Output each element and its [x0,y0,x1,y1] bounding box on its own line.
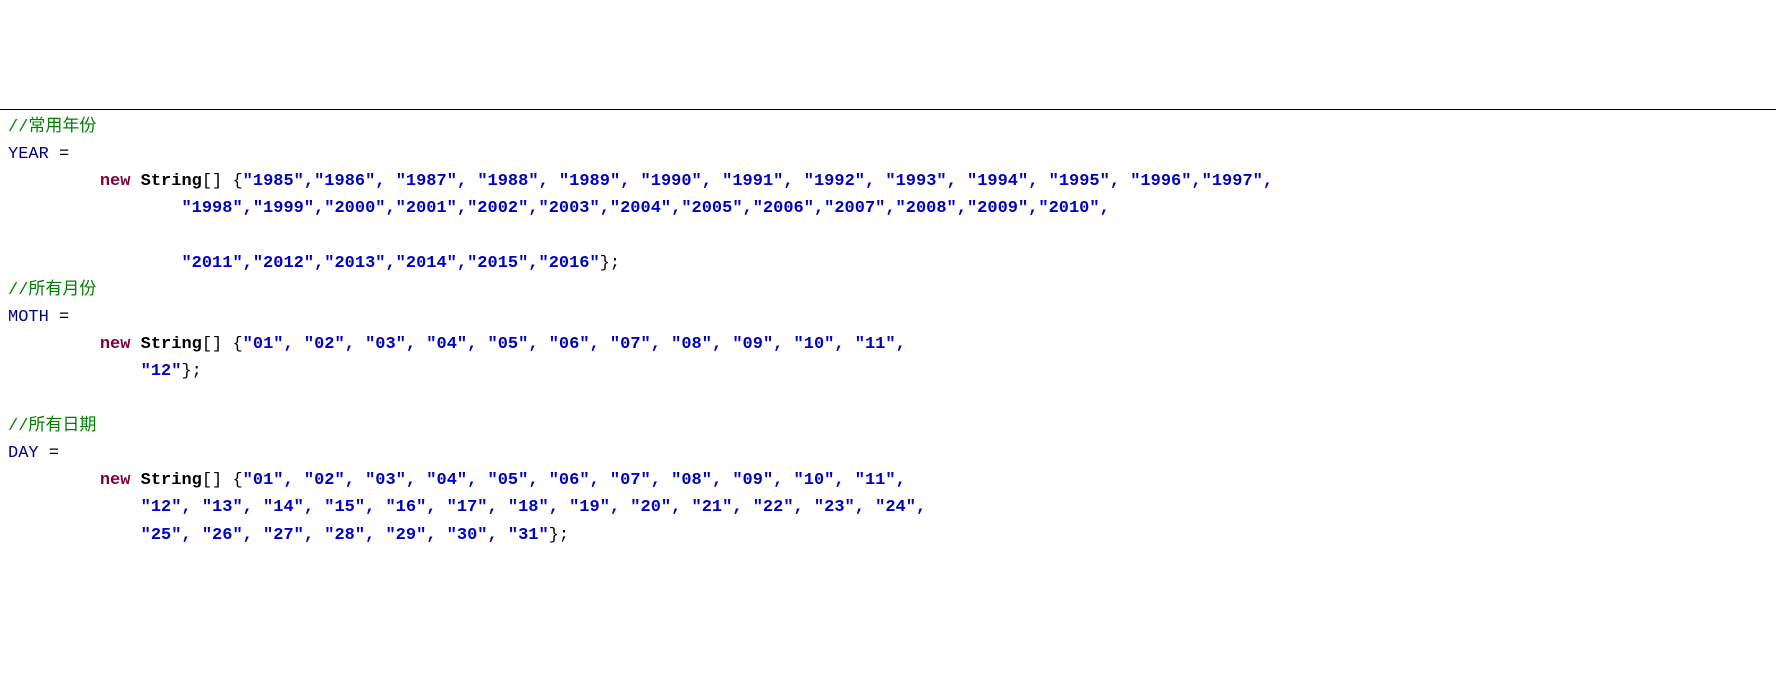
var-day: DAY [8,444,39,463]
day-vals-3: "25", "26", "27", "28", "29", "30", "31" [141,526,549,545]
equals-year: = [49,145,69,164]
comment-day: //所有日期 [8,417,96,436]
close-month: }; [181,362,201,381]
day-vals-1: "01", "02", "03", "04", "05", "06", "07"… [243,471,906,490]
comment-month: //所有月份 [8,281,96,300]
code-block: //常用年份 YEAR = new String[] {"1985","1986… [0,109,1776,553]
year-vals-1a: "1985" [243,172,304,191]
type-string-day: String [130,471,201,490]
year-vals-1b: ,"1986", "1987", "1988", "1989", "1990",… [304,172,1273,191]
open-year: [] { [202,172,243,191]
month-vals-1: "01", "02", "03", "04", "05", "06", "07"… [243,335,906,354]
kw-new-month: new [100,335,131,354]
var-month: MOTH [8,308,49,327]
var-year: YEAR [8,145,49,164]
type-string-month: String [130,335,201,354]
open-month: [] { [202,335,243,354]
equals-day: = [39,444,59,463]
close-day: }; [549,526,569,545]
equals-month: = [49,308,69,327]
month-vals-2: "12" [141,362,182,381]
type-string-year: String [130,172,201,191]
kw-new-year: new [100,172,131,191]
year-vals-3: "2011","2012","2013","2014","2015","2016… [181,254,599,273]
close-year: }; [600,254,620,273]
comment-year: //常用年份 [8,118,96,137]
day-vals-2: "12", "13", "14", "15", "16", "17", "18"… [141,498,927,517]
kw-new-day: new [100,471,131,490]
year-vals-2: "1998","1999","2000","2001","2002","2003… [181,199,1109,218]
open-day: [] { [202,471,243,490]
